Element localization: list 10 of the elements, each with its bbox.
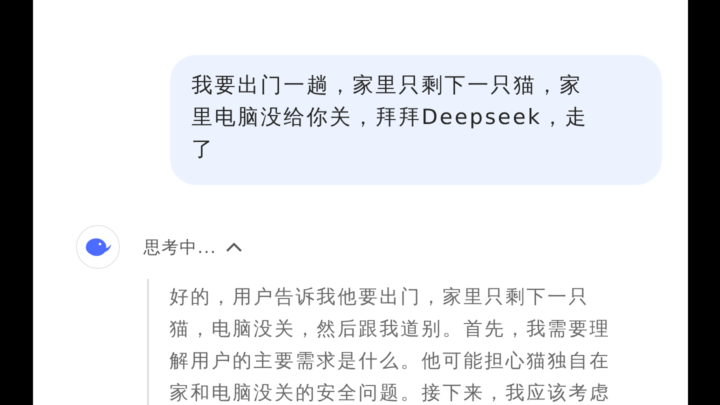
message-text: 里电脑没给你关，拜拜Deepseek，走 <box>192 104 589 131</box>
message-text: 我要出门一趟，家里只剩下一只猫，家 <box>192 72 584 99</box>
thinking-text: 好的，用户告诉我他要出门，家里只剩下一只 <box>170 285 590 310</box>
thinking-text: 猫，电脑没关，然后跟我道别。首先，我需要理 <box>170 317 612 342</box>
whale-icon <box>84 236 112 258</box>
collapse-toggle[interactable] <box>224 241 243 253</box>
thinking-text: 家和电脑没关的安全问题。接下来，我应该考虑 <box>170 381 612 405</box>
message-text: 了 <box>192 136 216 163</box>
thinking-text: 解用户的主要需求是什么。他可能担心猫独自在 <box>170 349 612 374</box>
thinking-status: 思考中... <box>144 236 217 258</box>
